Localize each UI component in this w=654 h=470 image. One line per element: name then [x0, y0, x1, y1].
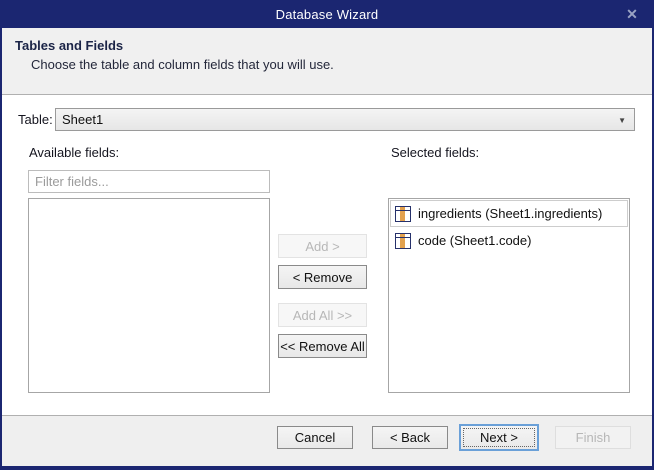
available-fields-list[interactable]: [28, 198, 270, 393]
list-item[interactable]: ingredients (Sheet1.ingredients): [390, 200, 628, 227]
add-button: Add >: [278, 234, 367, 258]
close-icon[interactable]: ✕: [622, 4, 642, 24]
cancel-button[interactable]: Cancel: [277, 426, 353, 449]
selected-fields-label: Selected fields:: [391, 145, 479, 160]
step-subtitle: Choose the table and column fields that …: [31, 57, 334, 72]
list-item-label: code (Sheet1.code): [418, 233, 531, 248]
wizard-step-header: Tables and Fields Choose the table and c…: [2, 28, 652, 95]
chevron-down-icon: ▼: [618, 116, 626, 125]
finish-button: Finish: [555, 426, 631, 449]
filter-fields-input[interactable]: [28, 170, 270, 193]
available-fields-label: Available fields:: [29, 145, 119, 160]
step-title: Tables and Fields: [15, 38, 123, 53]
titlebar: Database Wizard ✕: [0, 0, 654, 28]
table-field-icon: [395, 206, 411, 222]
selected-fields-list[interactable]: ingredients (Sheet1.ingredients) code (S…: [388, 198, 630, 393]
add-all-button: Add All >>: [278, 303, 367, 327]
window-title: Database Wizard: [276, 7, 379, 22]
remove-all-button[interactable]: << Remove All: [278, 334, 367, 358]
content-area: Table: Sheet1 ▼ Available fields: Select…: [2, 95, 652, 415]
table-field-icon: [395, 233, 411, 249]
table-select-value: Sheet1: [62, 112, 103, 127]
table-select[interactable]: Sheet1 ▼: [55, 108, 635, 131]
list-item-label: ingredients (Sheet1.ingredients): [418, 206, 602, 221]
remove-button[interactable]: < Remove: [278, 265, 367, 289]
list-item[interactable]: code (Sheet1.code): [390, 227, 628, 254]
footer-bar: Cancel < Back Next > Finish: [2, 415, 652, 466]
database-wizard-dialog: Database Wizard ✕ Tables and Fields Choo…: [0, 0, 654, 470]
table-label: Table:: [18, 112, 53, 127]
next-button[interactable]: Next >: [459, 424, 539, 451]
back-button[interactable]: < Back: [372, 426, 448, 449]
